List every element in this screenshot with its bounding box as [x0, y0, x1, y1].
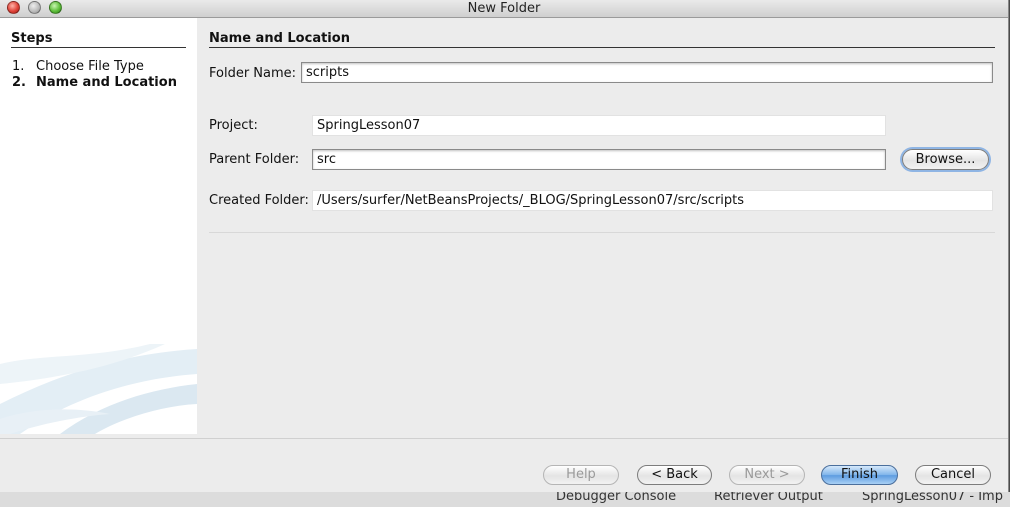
- created-folder-label: Created Folder:: [209, 193, 309, 208]
- content-separator: [209, 232, 995, 233]
- footer-divider: [0, 438, 1008, 439]
- project-field[interactable]: [312, 115, 886, 136]
- step-number: 1.: [12, 59, 25, 74]
- parent-folder-input[interactable]: [312, 149, 886, 170]
- created-folder-field[interactable]: [312, 190, 993, 211]
- folder-name-label: Folder Name:: [209, 66, 297, 81]
- cancel-button[interactable]: Cancel: [915, 465, 991, 485]
- section-title: Name and Location: [209, 31, 995, 48]
- step-number: 2.: [12, 75, 26, 90]
- folder-name-input[interactable]: [301, 62, 993, 83]
- step-choose-file-type: 1. Choose File Type: [12, 59, 144, 74]
- retriever-output-tab[interactable]: Retriever Output: [714, 492, 823, 504]
- new-folder-dialog: New Folder Steps 1. Choose File Type 2. Na…: [0, 0, 1009, 492]
- window-title: New Folder: [467, 1, 541, 16]
- step-label: Choose File Type: [36, 59, 144, 74]
- debugger-console-tab[interactable]: Debugger Console: [556, 492, 676, 504]
- finish-button[interactable]: Finish: [821, 465, 898, 485]
- step-label: Name and Location: [36, 75, 177, 90]
- steps-heading: Steps: [11, 31, 186, 48]
- next-button[interactable]: Next >: [729, 465, 805, 485]
- wizard-content: Name and Location Folder Name: Project: …: [197, 18, 1008, 438]
- title-bar: New Folder: [0, 0, 1008, 18]
- project-label: Project:: [209, 118, 258, 133]
- steps-panel: Steps 1. Choose File Type 2. Name and Loca…: [0, 18, 197, 434]
- background-ide-strip: Debugger Console Retriever Output Spring…: [0, 492, 1010, 507]
- browse-button[interactable]: Browse...: [902, 149, 989, 170]
- wizard-swoosh-graphic: [0, 344, 197, 434]
- parent-folder-label: Parent Folder:: [209, 152, 300, 167]
- back-button[interactable]: < Back: [637, 465, 712, 485]
- step-name-and-location: 2. Name and Location: [12, 75, 177, 90]
- project-tab[interactable]: SpringLesson07 - Imp: [862, 492, 1003, 504]
- help-button[interactable]: Help: [543, 465, 619, 485]
